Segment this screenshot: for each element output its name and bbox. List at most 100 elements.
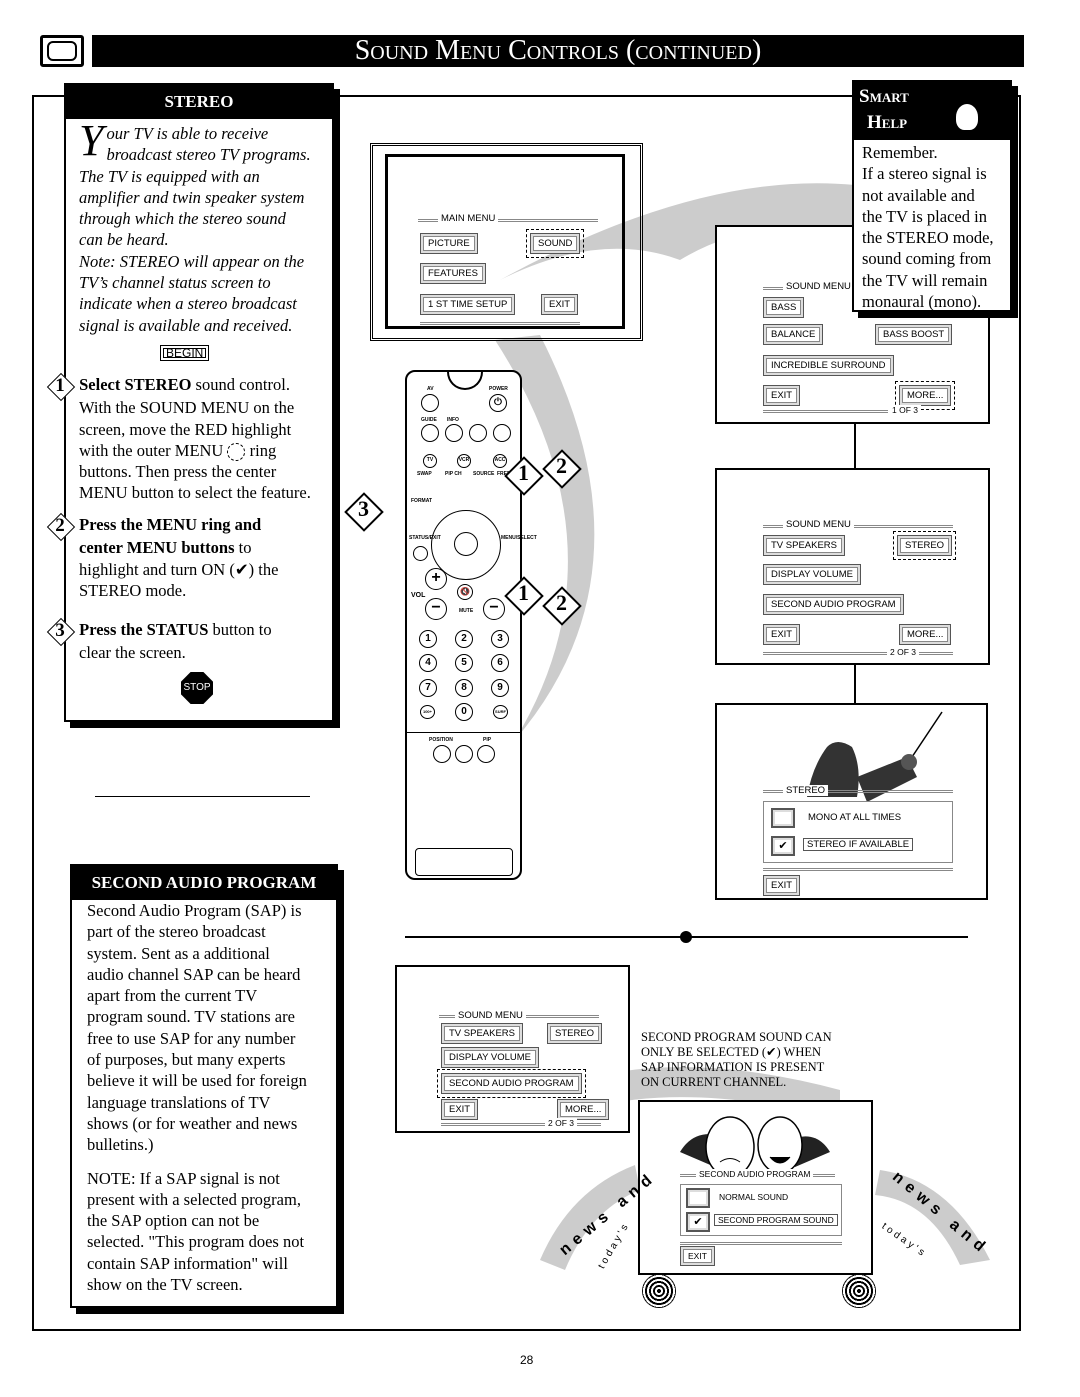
power-button[interactable]: ⏻	[489, 394, 507, 412]
status-exit-button[interactable]	[413, 546, 428, 561]
intro-line: our TV is able to receive	[106, 124, 269, 143]
color-button[interactable]	[469, 424, 487, 442]
position-button[interactable]	[433, 745, 451, 763]
exit-button[interactable]: EXIT	[441, 1099, 479, 1120]
note-line: selected. "This program does not	[87, 1232, 305, 1252]
more-button[interactable]: MORE...	[894, 381, 956, 410]
vcr-button[interactable]: VCR	[457, 454, 471, 468]
theater-masks-illustration	[680, 1116, 830, 1177]
stereo-button[interactable]: STEREO	[547, 1023, 603, 1044]
volume-up-button[interactable]: +	[425, 568, 447, 590]
step-line: MENU button to select the feature.	[79, 483, 311, 503]
digit-button[interactable]: 0	[455, 703, 473, 721]
smart-help-box: Smart Help Remember. If a stereo signal …	[852, 80, 1012, 312]
sap-note-line: SECOND PROGRAM SOUND CAN	[641, 1030, 832, 1044]
normal-sound-checkbox[interactable]	[686, 1188, 710, 1208]
callout-1: 1	[518, 460, 529, 485]
digit-button[interactable]: 5	[455, 654, 473, 672]
callout-1: 1	[518, 580, 529, 605]
picture-button[interactable]: PICTURE	[420, 233, 478, 254]
intro-line: indicate when a stereo broadcast	[79, 294, 297, 314]
intro-line: broadcast stereo TV programs.	[106, 145, 311, 165]
sap-button[interactable]: SECOND AUDIO PROGRAM	[763, 594, 904, 615]
av-button[interactable]	[421, 394, 439, 412]
exit-button[interactable]: EXIT	[541, 294, 579, 315]
step-2: 2 Press the MENU ring and center MENU bu…	[45, 514, 335, 601]
menu-center-button[interactable]	[454, 532, 478, 556]
lightbulb-icon	[954, 102, 980, 132]
digit-button[interactable]: 2	[455, 630, 473, 648]
hundred-button[interactable]: 100+	[420, 705, 435, 719]
exit-button[interactable]: EXIT	[680, 1246, 715, 1266]
sound-button[interactable]: SOUND	[525, 229, 585, 258]
exit-button[interactable]: EXIT	[763, 385, 801, 406]
digit-button[interactable]: 1	[419, 630, 437, 648]
exit-button[interactable]: EXIT	[763, 624, 801, 645]
intro-line: amplifier and twin speaker system	[79, 187, 305, 207]
digit-button[interactable]: 4	[419, 654, 437, 672]
channel-down-button[interactable]: −	[483, 598, 505, 620]
stereo-if-available-label: STEREO IF AVAILABLE	[803, 838, 914, 851]
sap-note-line: ONLY BE SELECTED (✔) WHEN	[641, 1045, 822, 1059]
balance-button[interactable]: BALANCE	[763, 324, 824, 345]
page-indicator: 2 OF 3	[545, 1118, 577, 1128]
exit-button[interactable]: EXIT	[763, 875, 801, 896]
page-number: 28	[520, 1353, 534, 1367]
more-button[interactable]: MORE...	[557, 1099, 610, 1120]
bass-boost-button[interactable]: BASS BOOST	[875, 324, 953, 345]
digit-button[interactable]: 7	[419, 679, 437, 697]
pip-button[interactable]	[477, 745, 495, 763]
stereo-heading: STEREO	[66, 85, 332, 119]
stereo-menu: STEREO MONO AT ALL TIMES ✔ STEREO IF AVA…	[715, 703, 988, 900]
surf-button[interactable]: SURF	[493, 705, 508, 719]
display-volume-button[interactable]: DISPLAY VOLUME	[441, 1047, 540, 1068]
color-button[interactable]	[493, 424, 511, 442]
sap-line: bulletins.)	[87, 1135, 154, 1155]
divider-dot	[680, 931, 692, 943]
second-program-sound-checkbox[interactable]: ✔	[686, 1212, 710, 1232]
tv-icon	[40, 35, 84, 67]
intro-line: can be heard.	[79, 230, 169, 250]
pip-light-button[interactable]	[455, 745, 473, 763]
page-indicator: 2 OF 3	[887, 647, 919, 657]
sap-note: SECOND PROGRAM SOUND CAN ONLY BE SELECTE…	[641, 1030, 832, 1090]
tv-speakers-button[interactable]: TV SPEAKERS	[763, 535, 845, 556]
speaker-icon	[642, 1274, 676, 1308]
page-title: Sound Menu Controls (continued)	[92, 35, 1024, 67]
help-line: sound coming from	[862, 249, 992, 269]
sap-line: shows (or for weather and news	[87, 1113, 298, 1133]
menu-title: SOUND MENU	[455, 1010, 526, 1021]
stereo-if-available-checkbox[interactable]: ✔	[771, 836, 795, 856]
guide-button[interactable]	[421, 424, 439, 442]
info-button[interactable]	[445, 424, 463, 442]
sap-heading: SECOND AUDIO PROGRAM	[72, 866, 336, 900]
digit-button[interactable]: 8	[455, 679, 473, 697]
first-time-setup-button[interactable]: 1 ST TIME SETUP	[420, 294, 516, 315]
callout-2: 2	[556, 453, 567, 478]
sound-menu-sap-highlight: SOUND MENU TV SPEAKERS STEREO DISPLAY VO…	[395, 965, 630, 1133]
stereo-button[interactable]: STEREO	[892, 531, 957, 560]
sap-line: apart from the current TV	[87, 986, 258, 1006]
acc-button[interactable]: ACC	[493, 454, 507, 468]
incredible-surround-button[interactable]: INCREDIBLE SURROUND	[763, 355, 894, 376]
tv-speakers-button[interactable]: TV SPEAKERS	[441, 1023, 523, 1044]
menu-title: SOUND MENU	[783, 281, 854, 292]
bass-button[interactable]: BASS	[763, 297, 805, 318]
features-button[interactable]: FEATURES	[420, 263, 486, 284]
page-indicator: 1 OF 3	[889, 405, 921, 415]
sap-panel: SECOND AUDIO PROGRAM Second Audio Progra…	[70, 864, 338, 1308]
digit-button[interactable]: 9	[491, 679, 509, 697]
digit-button[interactable]: 6	[491, 654, 509, 672]
step-line: clear the screen.	[79, 643, 186, 663]
volume-down-button[interactable]: −	[425, 598, 447, 620]
sap-button[interactable]: SECOND AUDIO PROGRAM	[437, 1069, 586, 1098]
display-volume-button[interactable]: DISPLAY VOLUME	[763, 564, 862, 585]
main-menu-screen: MAIN MENU PICTURE SOUND FEATURES 1 ST TI…	[370, 143, 643, 341]
mute-button[interactable]: 🔇	[457, 584, 473, 600]
speaker-icon	[842, 1274, 876, 1308]
digit-button[interactable]: 3	[491, 630, 509, 648]
normal-sound-label: NORMAL SOUND	[716, 1192, 792, 1202]
tv-button[interactable]: TV	[423, 454, 437, 468]
mono-checkbox[interactable]	[771, 808, 795, 828]
more-button[interactable]: MORE...	[899, 624, 952, 645]
